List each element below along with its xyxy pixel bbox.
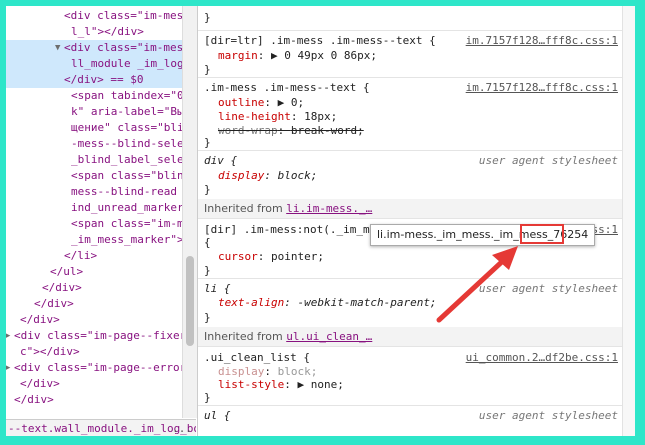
annotation-arrow (436, 246, 518, 323)
devtools-window: <div class="im-mess-l_l"></div>▼<div cla… (6, 6, 635, 436)
annotation-arrow-shaft (436, 255, 509, 323)
